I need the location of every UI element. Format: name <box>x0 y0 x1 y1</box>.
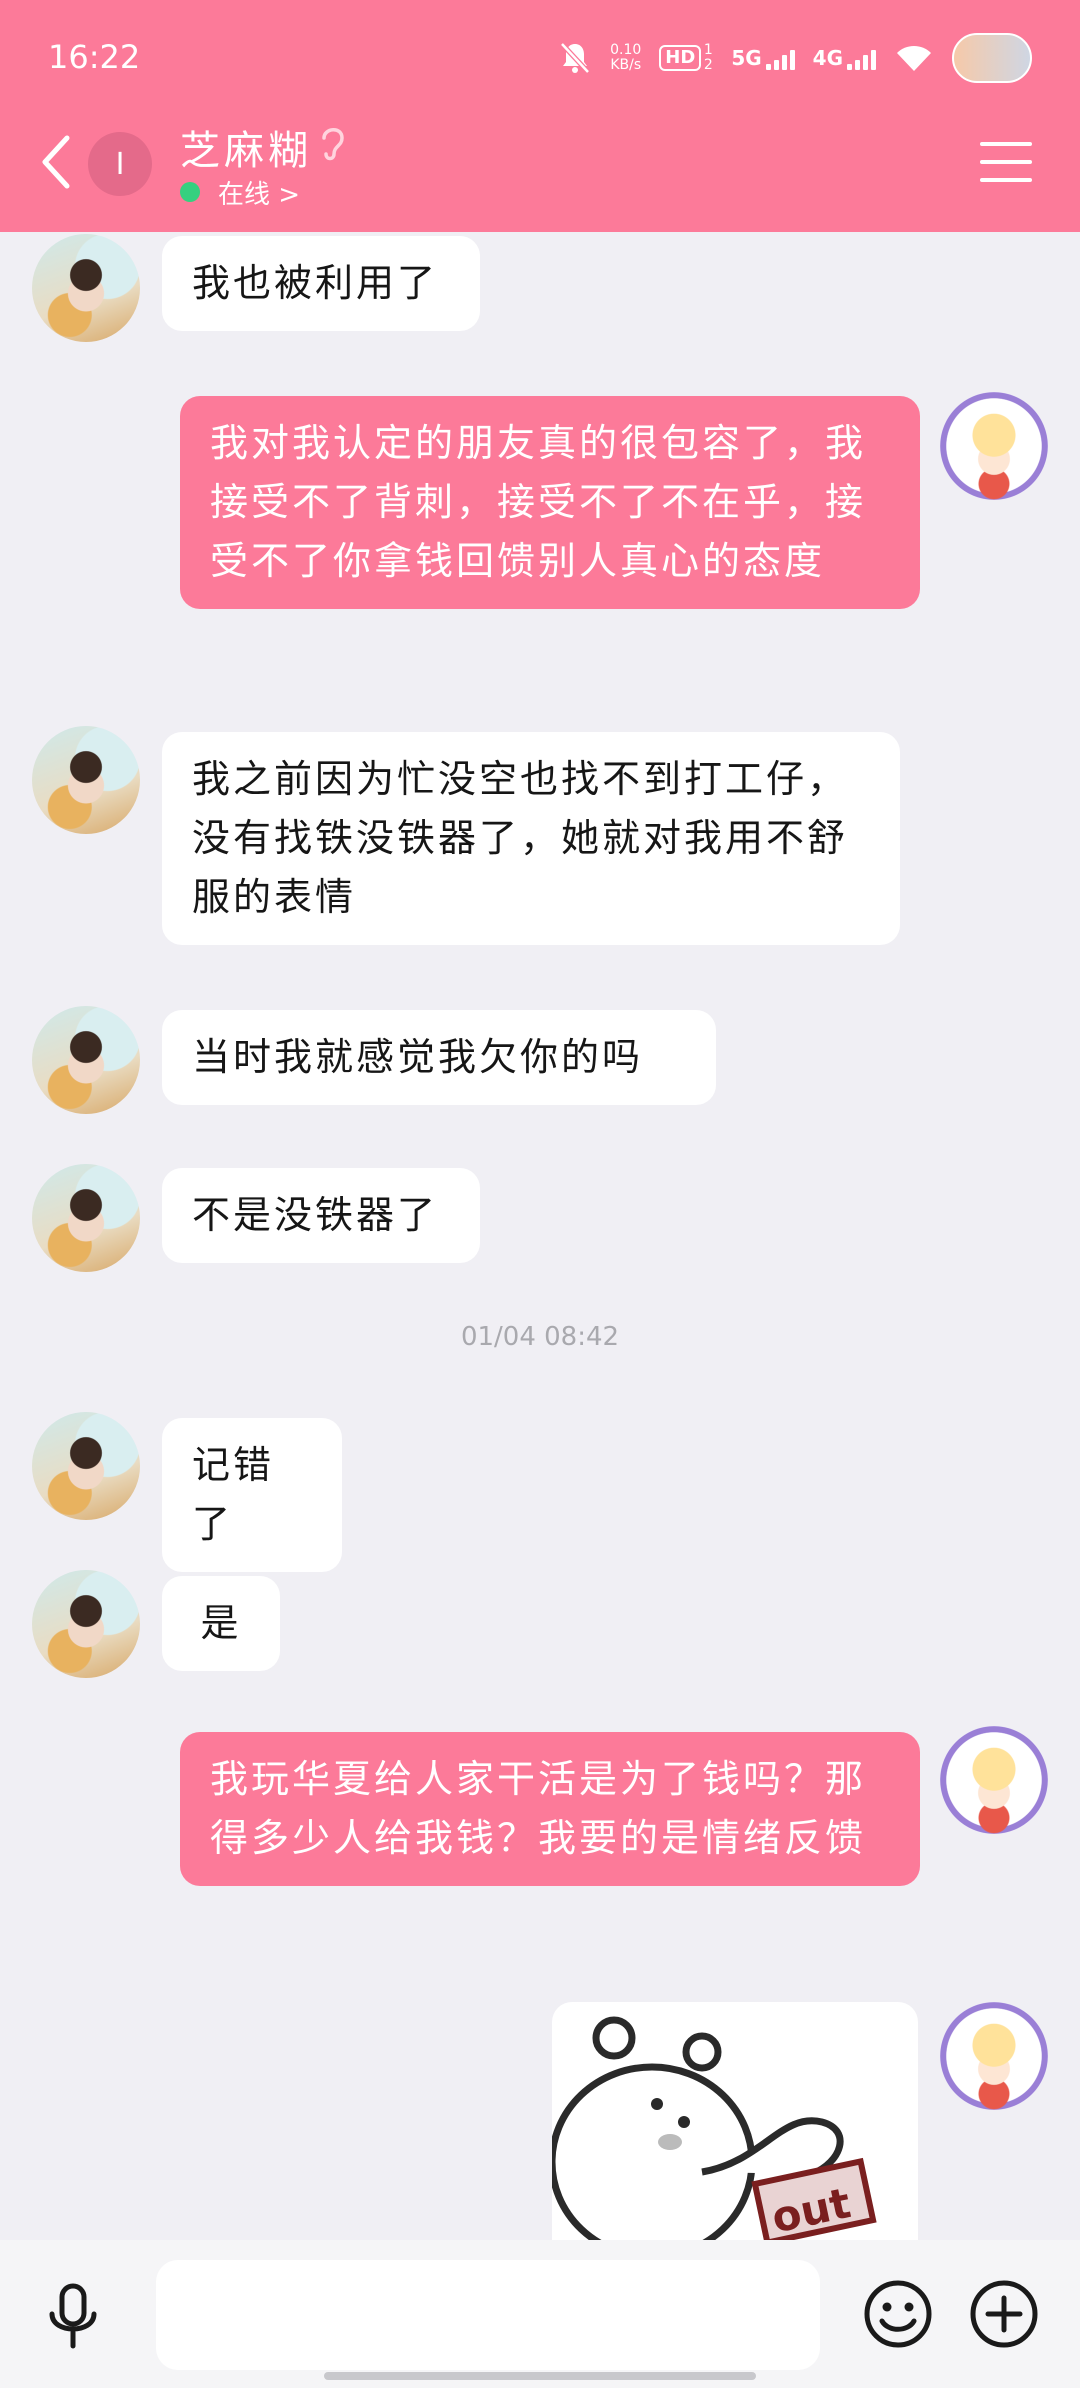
header-avatar[interactable]: I <box>88 132 152 196</box>
my-avatar[interactable] <box>940 1726 1048 1834</box>
message-bubble-incoming[interactable]: 我也被利用了 <box>162 236 480 331</box>
signal-5g: 5G <box>731 46 795 70</box>
contact-avatar[interactable] <box>32 234 140 342</box>
status-time: 16:22 <box>48 38 141 76</box>
contact-avatar[interactable] <box>32 1570 140 1678</box>
contact-name[interactable]: 芝麻糊 <box>180 118 312 176</box>
home-indicator[interactable] <box>324 2372 756 2380</box>
message-bubble-incoming[interactable]: 不是没铁器了 <box>162 1168 480 1263</box>
chevron-left-icon <box>42 135 70 189</box>
back-button[interactable] <box>34 128 78 196</box>
message-list[interactable]: 我也被利用了 我对我认定的朋友真的很包容了，我接受不了背刺，接受不了不在乎，接受… <box>0 232 1080 2240</box>
signal-bars-icon <box>847 48 876 70</box>
message-bubble-incoming[interactable]: 是 <box>162 1576 280 1671</box>
ear-icon <box>322 128 344 161</box>
plus-circle-icon <box>970 2280 1038 2348</box>
contact-avatar[interactable] <box>32 1412 140 1520</box>
message-bubble-incoming[interactable]: 当时我就感觉我欠你的吗 <box>162 1010 716 1105</box>
contact-avatar[interactable] <box>32 1006 140 1114</box>
contact-avatar[interactable] <box>32 1164 140 1272</box>
online-status-dot <box>180 182 200 202</box>
net-speed: 0.10 KB/s <box>610 42 642 73</box>
bear-out-sticker-icon: out <box>552 2016 877 2240</box>
hd-indicator: HD 1 2 <box>659 43 713 73</box>
timestamp-separator: 01/04 08:42 <box>460 1322 620 1352</box>
input-bar <box>0 2240 1080 2388</box>
menu-button[interactable] <box>980 142 1032 182</box>
my-avatar[interactable] <box>940 2002 1048 2110</box>
smiley-icon <box>864 2280 932 2348</box>
message-bubble-incoming[interactable]: 记错了 <box>162 1418 342 1572</box>
message-bubble-outgoing[interactable]: 我玩华夏给人家干活是为了钱吗？那得多少人给我钱？我要的是情绪反馈 <box>180 1732 920 1886</box>
message-input[interactable] <box>156 2260 820 2370</box>
wifi-icon <box>897 45 931 71</box>
menu-icon-line <box>980 142 1032 146</box>
mute-bell-icon <box>560 42 590 74</box>
microphone-icon <box>49 2283 97 2349</box>
menu-icon-line <box>980 178 1032 182</box>
signal-bars-icon <box>765 48 795 70</box>
chat-header: 16:22 0.10 KB/s HD 1 2 5G 4G I 芝麻糊 在线 > <box>0 0 1080 232</box>
menu-icon-line <box>980 160 1032 164</box>
status-avatar-icon <box>952 33 1032 83</box>
more-actions-button[interactable] <box>964 2274 1044 2358</box>
sticker-message[interactable]: out <box>552 2002 918 2240</box>
my-avatar[interactable] <box>940 392 1048 500</box>
message-bubble-incoming[interactable]: 我之前因为忙没空也找不到打工仔，没有找铁没铁器了，她就对我用不舒服的表情 <box>162 732 900 945</box>
online-status-label[interactable]: 在线 > <box>218 174 300 211</box>
voice-button[interactable] <box>42 2280 104 2356</box>
status-icons: 0.10 KB/s HD 1 2 5G 4G <box>558 30 1032 86</box>
contact-avatar[interactable] <box>32 726 140 834</box>
message-bubble-outgoing[interactable]: 我对我认定的朋友真的很包容了，我接受不了背刺，接受不了不在乎，接受不了你拿钱回馈… <box>180 396 920 609</box>
signal-4g: 4G <box>813 46 876 70</box>
emoji-button[interactable] <box>858 2274 938 2358</box>
